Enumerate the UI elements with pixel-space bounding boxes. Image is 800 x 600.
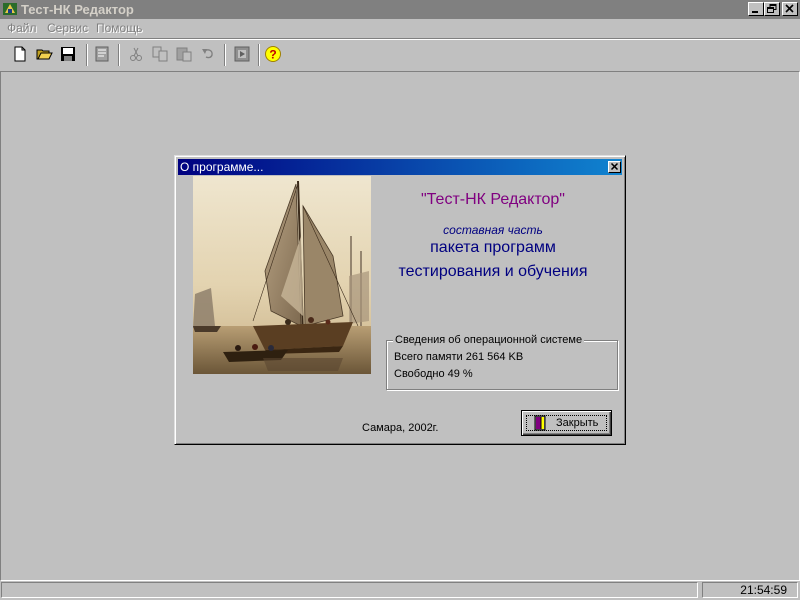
minimize-button[interactable] [748, 2, 764, 16]
close-x-icon [610, 162, 619, 171]
toolbar-separator [118, 44, 120, 66]
minimize-icon [752, 11, 758, 13]
total-memory-label: Всего памяти 261 564 KB [394, 351, 524, 363]
dialog-title-bar[interactable]: О программе... [178, 159, 622, 175]
system-info-legend: Сведения об операционной системе [393, 333, 585, 347]
new-file-icon[interactable] [11, 45, 29, 63]
undo-icon[interactable] [199, 45, 217, 63]
copy-icon[interactable] [151, 45, 169, 63]
title-bar[interactable]: Тест-НК Редактор [0, 0, 800, 19]
menu-help[interactable]: Помощь [96, 20, 142, 36]
system-info-group: Сведения об операционной системе Всего п… [386, 333, 618, 390]
toolbar-separator [224, 44, 226, 66]
help-icon[interactable]: ? [264, 45, 282, 63]
suite-description-line1: пакета программ [430, 239, 556, 256]
about-dialog: О программе... "Тест-НК Редактор" состав… [174, 155, 626, 445]
dialog-title: О программе... [180, 160, 264, 174]
window-title: Тест-НК Редактор [21, 2, 134, 17]
menu-file[interactable]: Файл [7, 20, 37, 36]
free-memory-label: Свободно 49 % [394, 368, 473, 380]
close-button-label: Закрыть [556, 417, 599, 429]
status-panel-main [1, 582, 698, 598]
door-icon [534, 415, 546, 431]
part-of-label: составная часть [443, 223, 543, 237]
save-icon[interactable] [59, 45, 77, 63]
menu-bar: Файл Сервис Помощь [0, 19, 800, 37]
open-folder-icon[interactable] [35, 45, 53, 63]
close-button[interactable]: Закрыть [521, 410, 612, 436]
suite-description-line2: тестирования и обучения [398, 263, 588, 280]
ship-painting [193, 176, 371, 374]
close-window-button[interactable] [782, 2, 798, 16]
preview-icon[interactable] [93, 45, 111, 63]
footer-text: Самара, 2002г. [362, 422, 439, 434]
toolbar [0, 40, 800, 70]
svg-text:?: ? [269, 48, 276, 62]
restore-button[interactable] [764, 2, 780, 16]
menu-service[interactable]: Сервис [47, 20, 88, 36]
toolbar-separator [258, 44, 260, 66]
app-icon [3, 3, 17, 15]
status-clock: 21:54:59 [702, 582, 798, 598]
run-icon[interactable] [233, 45, 251, 63]
paste-icon[interactable] [175, 45, 193, 63]
close-x-icon [785, 4, 794, 13]
restore-icon [767, 4, 777, 13]
toolbar-separator [86, 44, 88, 66]
product-name: "Тест-НК Редактор" [421, 191, 565, 208]
cut-icon[interactable] [127, 45, 145, 63]
dialog-close-button[interactable] [608, 161, 621, 173]
